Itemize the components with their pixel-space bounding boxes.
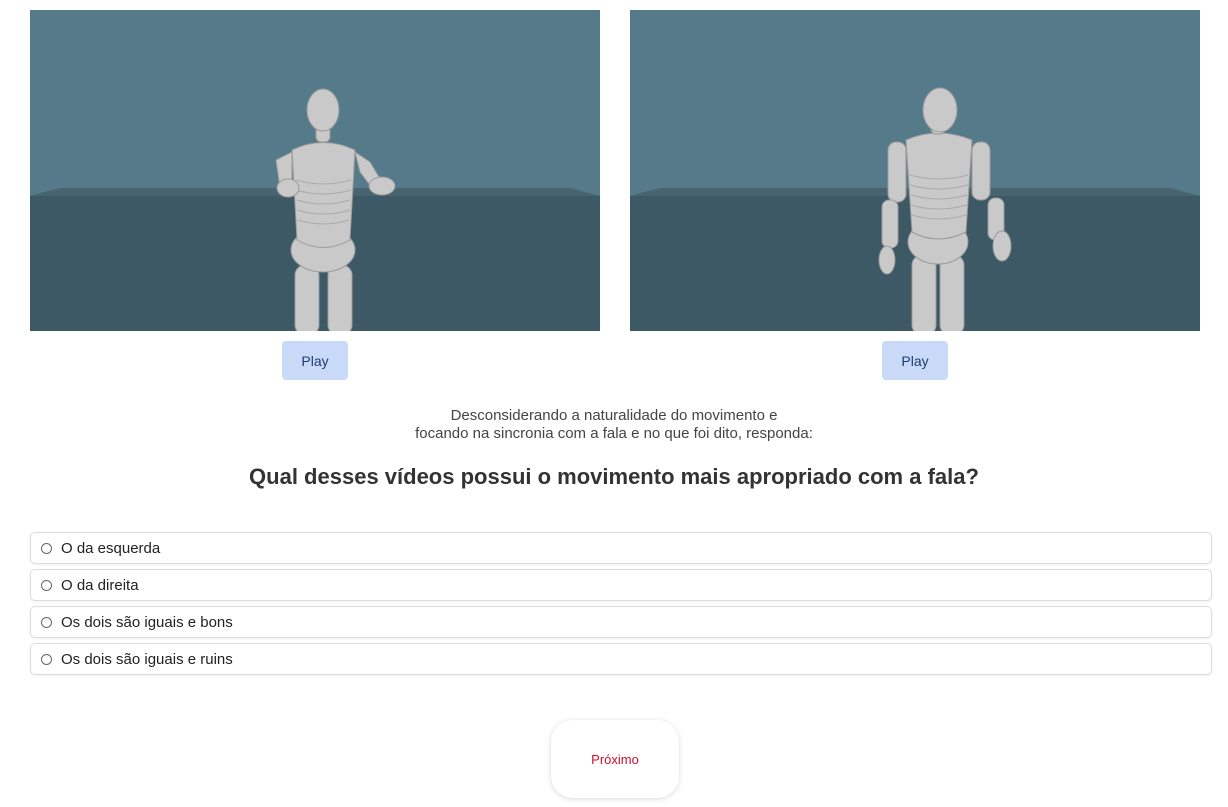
play-button-left[interactable]: Play <box>282 341 348 380</box>
next-button[interactable]: Próximo <box>551 720 679 798</box>
option-both-good[interactable]: Os dois são iguais e bons <box>30 606 1212 638</box>
survey-page: Play Play Desconsiderando a naturalidade… <box>0 0 1228 807</box>
avatar-scene-left <box>30 10 600 331</box>
option-label: O da direita <box>61 576 139 594</box>
radio-button[interactable] <box>41 579 52 591</box>
play-button-right[interactable]: Play <box>882 341 948 380</box>
video-player-left[interactable] <box>30 10 600 331</box>
avatar-scene-right <box>630 10 1200 331</box>
option-right[interactable]: O da direita <box>30 569 1212 601</box>
instructions-line-2: focando na sincronia com a fala e no que… <box>415 425 813 442</box>
option-label: Os dois são iguais e bons <box>61 613 233 631</box>
video-player-right[interactable] <box>630 10 1200 331</box>
instructions-text: Desconsiderando a naturalidade do movime… <box>0 407 1228 443</box>
option-both-bad[interactable]: Os dois são iguais e ruins <box>30 643 1212 675</box>
option-label: Os dois são iguais e ruins <box>61 650 233 668</box>
radio-button[interactable] <box>41 653 52 665</box>
option-label: O da esquerda <box>61 539 161 557</box>
option-left[interactable]: O da esquerda <box>30 532 1212 564</box>
radio-button[interactable] <box>41 616 52 628</box>
instructions-line-1: Desconsiderando a naturalidade do movime… <box>450 407 778 424</box>
radio-button[interactable] <box>41 542 52 554</box>
question-heading: Qual desses vídeos possui o movimento ma… <box>249 464 979 489</box>
answer-options: O da esquerda O da direita Os dois são i… <box>30 532 1212 680</box>
